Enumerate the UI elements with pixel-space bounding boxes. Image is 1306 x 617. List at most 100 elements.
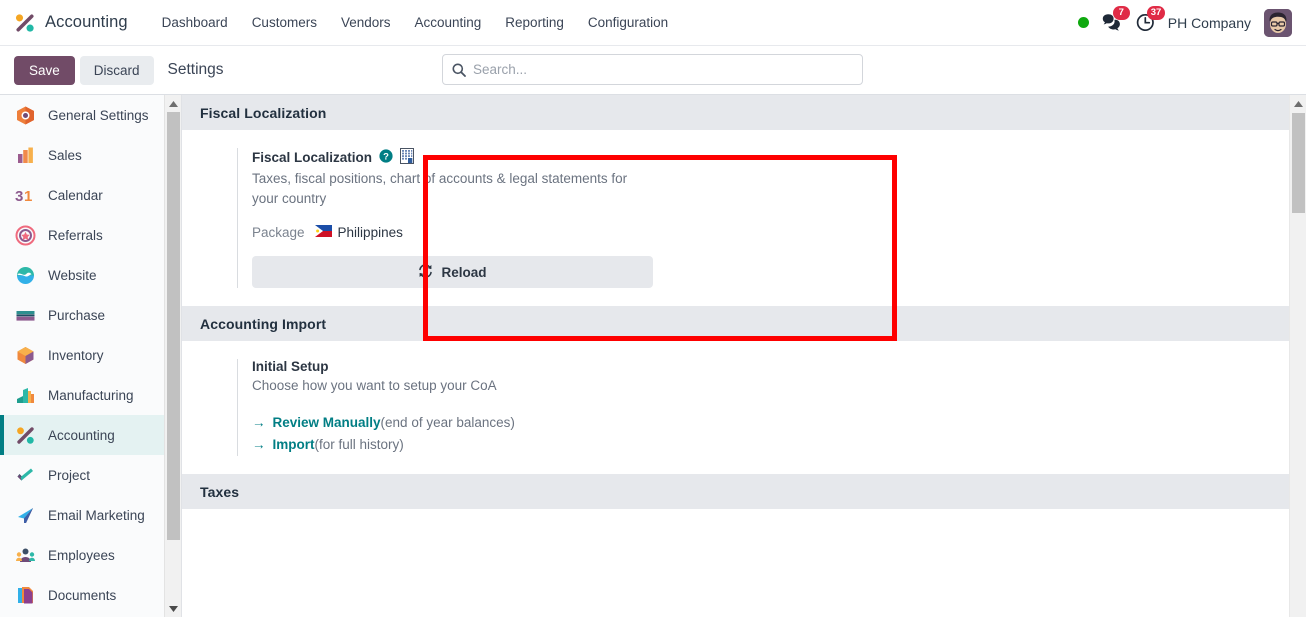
navbar-right-tools: 7 37 PH Company <box>1077 6 1296 37</box>
sidebar-item-label: Email Marketing <box>48 507 145 523</box>
import-note: (for full history) <box>314 437 404 452</box>
sidebar-item-documents[interactable]: Documents <box>0 575 181 615</box>
scroll-up-arrow-icon[interactable] <box>165 95 181 112</box>
link-row-import: → Import(for full history) <box>252 434 657 456</box>
save-button[interactable]: Save <box>14 55 75 85</box>
inventory-icon <box>14 344 36 366</box>
sidebar-item-label: Website <box>48 267 97 283</box>
setting-fiscal-localization: Fiscal Localization ? Taxes, fiscal posi… <box>237 148 657 288</box>
section-header-taxes: Taxes <box>182 474 1306 509</box>
app-brand[interactable]: Accounting <box>14 12 128 34</box>
review-manually-note: (end of year balances) <box>380 415 515 430</box>
search-input[interactable] <box>473 55 853 84</box>
sidebar-item-label: Manufacturing <box>48 387 134 403</box>
svg-text:1: 1 <box>24 188 32 205</box>
setting-title-row: Initial Setup <box>252 359 657 374</box>
nav-item-dashboard[interactable]: Dashboard <box>150 9 240 36</box>
content-scrollbar-thumb[interactable] <box>1292 113 1305 213</box>
page-body: General Settings Sales 3 1 Calendar Refe… <box>0 95 1306 617</box>
main-menu: Dashboard Customers Vendors Accounting R… <box>150 9 681 36</box>
package-field-row: Package Philippines <box>252 225 657 240</box>
sidebar-item-label: General Settings <box>48 107 149 123</box>
package-field-value[interactable]: Philippines <box>314 225 403 240</box>
initial-setup-links: → Review Manually(end of year balances) … <box>252 412 657 456</box>
sidebar-item-employees[interactable]: Employees <box>0 535 181 575</box>
settings-content: Fiscal Localization Fiscal Localization … <box>182 95 1306 617</box>
nav-item-accounting[interactable]: Accounting <box>403 9 494 36</box>
activities-button[interactable]: 37 <box>1136 6 1166 32</box>
scroll-up-arrow-icon[interactable] <box>1290 95 1306 112</box>
section-header-accounting-import: Accounting Import <box>182 306 1306 341</box>
user-avatar[interactable] <box>1264 8 1292 37</box>
link-row-review-manually: → Review Manually(end of year balances) <box>252 412 657 434</box>
section-header-fiscal-localization: Fiscal Localization <box>182 95 1306 130</box>
svg-text:3: 3 <box>15 188 23 205</box>
referrals-icon <box>14 224 36 246</box>
sidebar-item-label: Inventory <box>48 347 104 363</box>
package-value-text: Philippines <box>337 225 403 240</box>
activities-count-badge: 37 <box>1146 6 1166 20</box>
discard-button[interactable]: Discard <box>79 55 154 85</box>
nav-item-reporting[interactable]: Reporting <box>493 9 576 36</box>
settings-sidebar: General Settings Sales 3 1 Calendar Refe… <box>0 95 182 617</box>
package-field-label: Package <box>252 225 305 240</box>
help-question-icon[interactable]: ? <box>379 149 393 166</box>
reload-button[interactable]: Reload <box>252 256 653 288</box>
content-scrollbar[interactable] <box>1289 95 1306 617</box>
sidebar-item-inventory[interactable]: Inventory <box>0 335 181 375</box>
nav-item-vendors[interactable]: Vendors <box>329 9 403 36</box>
website-icon <box>14 264 36 286</box>
refresh-icon <box>418 263 433 281</box>
company-name[interactable]: PH Company <box>1168 15 1251 31</box>
page-title: Settings <box>167 61 224 78</box>
email-marketing-icon <box>14 504 36 526</box>
sidebar-item-label: Calendar <box>48 187 103 203</box>
sidebar-item-label: Accounting <box>48 427 115 443</box>
messages-count-badge: 7 <box>1112 6 1130 20</box>
setting-initial-setup: Initial Setup Choose how you want to set… <box>237 359 657 456</box>
top-navbar: Accounting Dashboard Customers Vendors A… <box>0 0 1306 46</box>
sidebar-scrollbar-thumb[interactable] <box>167 112 180 540</box>
reload-button-label: Reload <box>441 264 487 280</box>
sidebar-item-project[interactable]: Project <box>0 455 181 495</box>
sidebar-item-website[interactable]: Website <box>0 255 181 295</box>
accounting-app-icon <box>14 12 36 34</box>
sidebar-item-general-settings[interactable]: General Settings <box>0 95 181 135</box>
sidebar-item-label: Project <box>48 467 91 483</box>
project-icon <box>14 464 36 486</box>
setting-title-text: Initial Setup <box>252 359 329 374</box>
arrow-right-icon: → <box>252 437 266 452</box>
calendar-icon: 3 1 <box>14 184 36 206</box>
manufacturing-icon <box>14 384 36 406</box>
sidebar-item-label: Referrals <box>48 227 103 243</box>
svg-text:?: ? <box>383 152 389 163</box>
messages-button[interactable]: 7 <box>1102 6 1130 32</box>
review-manually-link[interactable]: Review Manually <box>273 415 381 430</box>
sidebar-item-calendar[interactable]: 3 1 Calendar <box>0 175 181 215</box>
online-status-dot <box>1077 17 1089 28</box>
sidebar-item-referrals[interactable]: Referrals <box>0 215 181 255</box>
purchase-icon <box>14 304 36 326</box>
scroll-down-arrow-icon[interactable] <box>165 600 181 617</box>
sidebar-item-email-marketing[interactable]: Email Marketing <box>0 495 181 535</box>
nav-item-configuration[interactable]: Configuration <box>576 9 680 36</box>
company-building-icon[interactable] <box>400 148 415 167</box>
search-icon <box>452 63 466 77</box>
section-body-taxes <box>182 509 1306 549</box>
search-box[interactable] <box>442 54 863 85</box>
sidebar-scrollbar[interactable] <box>164 95 181 617</box>
brand-name: Accounting <box>45 13 128 31</box>
accounting-icon <box>14 424 36 446</box>
general-settings-icon <box>14 104 36 126</box>
sidebar-item-label: Purchase <box>48 307 106 323</box>
philippines-flag <box>314 225 332 240</box>
sidebar-item-manufacturing[interactable]: Manufacturing <box>0 375 181 415</box>
section-body-fiscal-localization: Fiscal Localization ? Taxes, fiscal posi… <box>182 130 1306 306</box>
sidebar-item-purchase[interactable]: Purchase <box>0 295 181 335</box>
nav-item-customers[interactable]: Customers <box>240 9 329 36</box>
sidebar-item-sales[interactable]: Sales <box>0 135 181 175</box>
documents-icon <box>14 584 36 606</box>
sidebar-item-accounting[interactable]: Accounting <box>0 415 181 455</box>
import-link[interactable]: Import <box>273 437 315 452</box>
section-body-accounting-import: Initial Setup Choose how you want to set… <box>182 341 1306 474</box>
